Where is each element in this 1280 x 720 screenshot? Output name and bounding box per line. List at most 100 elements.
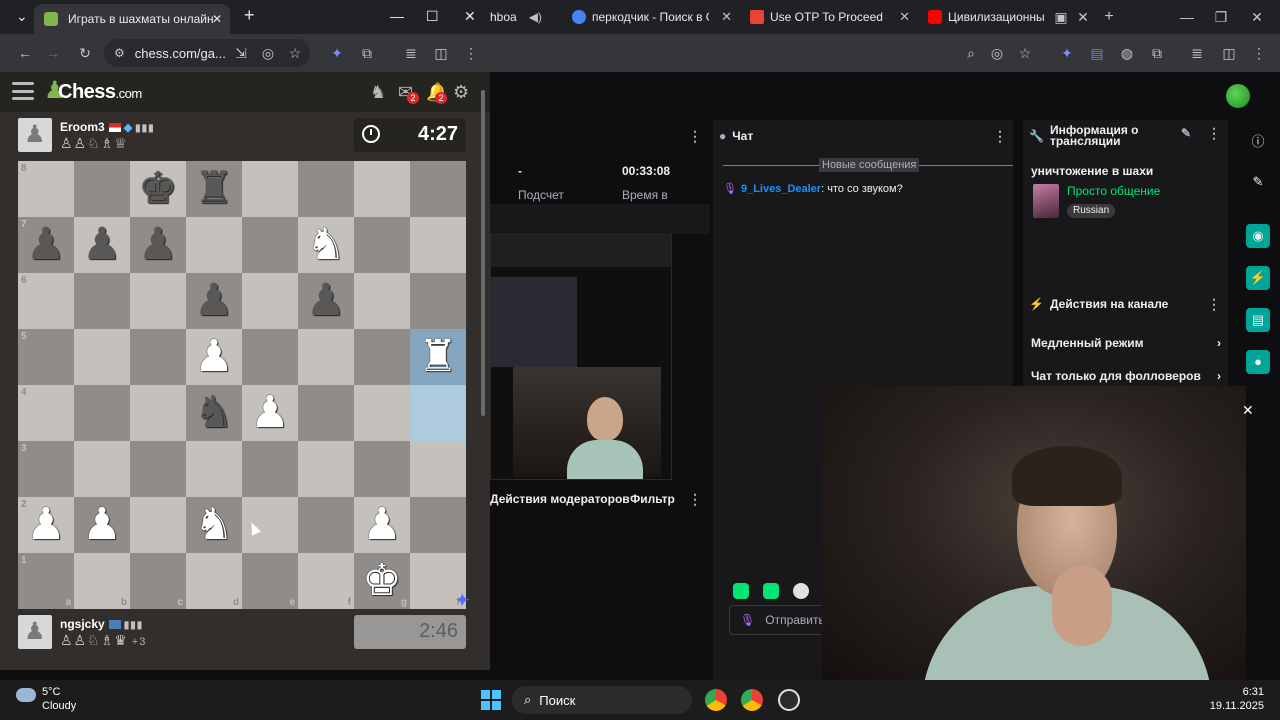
- tab-youtube[interactable]: Цивилизационный пр: [928, 4, 1068, 30]
- black-knight-icon[interactable]: ♞: [186, 385, 242, 441]
- square-a1[interactable]: 1a: [18, 553, 74, 609]
- slow-mode-action[interactable]: Медленный режим ›: [1031, 336, 1221, 350]
- square-d6[interactable]: ♟: [186, 273, 242, 329]
- square-c2[interactable]: [130, 497, 186, 553]
- opponent-avatar[interactable]: ♟: [18, 118, 52, 152]
- scrollbar-thumb[interactable]: [481, 90, 485, 416]
- weather-temperature[interactable]: 5°C: [42, 686, 60, 698]
- category-thumbnail[interactable]: [1033, 184, 1059, 218]
- reading-list-icon[interactable]: ≣: [1188, 44, 1206, 62]
- white-pawn-icon[interactable]: ♟: [242, 385, 298, 441]
- scrollbar[interactable]: [479, 86, 487, 666]
- square-b3[interactable]: [74, 441, 130, 497]
- close-icon[interactable]: ✕: [1242, 402, 1254, 419]
- square-g1[interactable]: g ♚: [354, 553, 410, 609]
- player-name[interactable]: ngsjcky: [60, 617, 105, 631]
- square-a5[interactable]: 5: [18, 329, 74, 385]
- black-pawn-icon[interactable]: ♟: [298, 273, 354, 329]
- forward-arrow-icon[interactable]: →: [44, 44, 62, 62]
- extensions-icon[interactable]: ⧉: [358, 44, 376, 62]
- square-d4[interactable]: ♞: [186, 385, 242, 441]
- square-f6[interactable]: ♟: [298, 273, 354, 329]
- square-b1[interactable]: b: [74, 553, 130, 609]
- site-info-icon[interactable]: ⚙: [114, 46, 125, 60]
- square-b7[interactable]: ♟: [74, 217, 130, 273]
- bookmark-star-icon[interactable]: ☆: [1016, 44, 1034, 62]
- square-b8[interactable]: [74, 161, 130, 217]
- taskbar-search[interactable]: ⌕ Поиск: [512, 686, 692, 714]
- new-tab-icon[interactable]: +: [244, 5, 255, 26]
- square-a4[interactable]: 4: [18, 385, 74, 441]
- square-h5[interactable]: ♜: [410, 329, 466, 385]
- edit-icon[interactable]: ✎: [1246, 170, 1270, 194]
- square-e1[interactable]: e: [242, 553, 298, 609]
- back-arrow-icon[interactable]: ←: [16, 44, 34, 62]
- menu-kebab-icon[interactable]: ⋮: [1207, 126, 1221, 140]
- clock-time[interactable]: 6:31: [1216, 686, 1264, 698]
- square-g6[interactable]: [354, 273, 410, 329]
- black-pawn-icon[interactable]: ♟: [130, 217, 186, 273]
- menu-kebab-icon[interactable]: ⋮: [688, 491, 702, 508]
- assistant-spark-icon[interactable]: ✦: [454, 588, 471, 613]
- square-c8[interactable]: ♚: [130, 161, 186, 217]
- moderator-actions-label[interactable]: Действия модераторов: [490, 492, 630, 506]
- white-rook-icon[interactable]: ♜: [410, 329, 466, 385]
- square-e4[interactable]: ♟: [242, 385, 298, 441]
- clock-date[interactable]: 19.11.2025: [1200, 700, 1264, 712]
- info-icon[interactable]: ⓘ: [1246, 130, 1270, 154]
- minimize-icon[interactable]: —: [1178, 8, 1196, 26]
- square-b2[interactable]: ♟: [74, 497, 130, 553]
- followers-only-action[interactable]: Чат только для фолловеров ›: [1031, 369, 1221, 383]
- square-d8[interactable]: ♜: [186, 161, 242, 217]
- lightning-icon[interactable]: ⚡: [1246, 266, 1270, 290]
- menu-kebab-icon[interactable]: ⋮: [993, 128, 1007, 145]
- square-b5[interactable]: [74, 329, 130, 385]
- square-d3[interactable]: [186, 441, 242, 497]
- puzzle-icon[interactable]: ♞: [370, 82, 386, 103]
- square-g3[interactable]: [354, 441, 410, 497]
- eye-off-icon[interactable]: ◎: [988, 44, 1006, 62]
- chess-logo[interactable]: Chess.com: [58, 81, 142, 104]
- square-a8[interactable]: 8: [18, 161, 74, 217]
- bookmark-star-icon[interactable]: ☆: [286, 44, 304, 62]
- chat-bubble-icon[interactable]: ●: [1246, 350, 1270, 374]
- player-avatar[interactable]: ♟: [18, 615, 52, 649]
- square-d5[interactable]: ♟: [186, 329, 242, 385]
- close-tab-icon[interactable]: ✕: [1074, 8, 1092, 26]
- media-icon[interactable]: ▣: [1052, 8, 1070, 26]
- white-pawn-icon[interactable]: ♟: [186, 329, 242, 385]
- new-tab-icon[interactable]: +: [1100, 8, 1118, 26]
- maximize-icon[interactable]: ☐: [426, 8, 439, 25]
- square-h7[interactable]: [410, 217, 466, 273]
- tab-search-icon[interactable]: ⌄: [16, 8, 28, 25]
- extensions-icon[interactable]: ⧉: [1148, 44, 1166, 62]
- cloud-icon[interactable]: [16, 688, 36, 702]
- square-g4[interactable]: [354, 385, 410, 441]
- filter-button[interactable]: Фильтр: [630, 492, 675, 506]
- square-h2[interactable]: [410, 497, 466, 553]
- tab-gmail[interactable]: Use OTP To Proceed - levra ✕: [750, 4, 910, 30]
- weather-condition[interactable]: Cloudy: [42, 700, 76, 712]
- square-b4[interactable]: [74, 385, 130, 441]
- square-f7[interactable]: ♞: [298, 217, 354, 273]
- square-a2[interactable]: 2 ♟: [18, 497, 74, 553]
- profile-icon[interactable]: ◫: [1220, 44, 1238, 62]
- menu-kebab-icon[interactable]: ⋮: [1250, 44, 1268, 62]
- close-tab-icon[interactable]: ✕: [212, 12, 222, 26]
- square-d2[interactable]: ♞: [186, 497, 242, 553]
- minimize-icon[interactable]: —: [390, 8, 404, 24]
- square-d1[interactable]: d: [186, 553, 242, 609]
- white-pawn-icon[interactable]: ♟: [354, 497, 410, 553]
- square-e3[interactable]: [242, 441, 298, 497]
- edit-pencil-icon[interactable]: ✎: [1181, 127, 1191, 139]
- square-f1[interactable]: f: [298, 553, 354, 609]
- square-g5[interactable]: [354, 329, 410, 385]
- translate-icon[interactable]: ▤: [1088, 44, 1106, 62]
- square-f3[interactable]: [298, 441, 354, 497]
- close-tab-icon[interactable]: ✕: [721, 9, 732, 25]
- square-f8[interactable]: [298, 161, 354, 217]
- square-g8[interactable]: [354, 161, 410, 217]
- white-pawn-icon[interactable]: ♟: [74, 497, 130, 553]
- user-avatar[interactable]: [1226, 84, 1250, 108]
- globe-icon[interactable]: ◍: [1118, 44, 1136, 62]
